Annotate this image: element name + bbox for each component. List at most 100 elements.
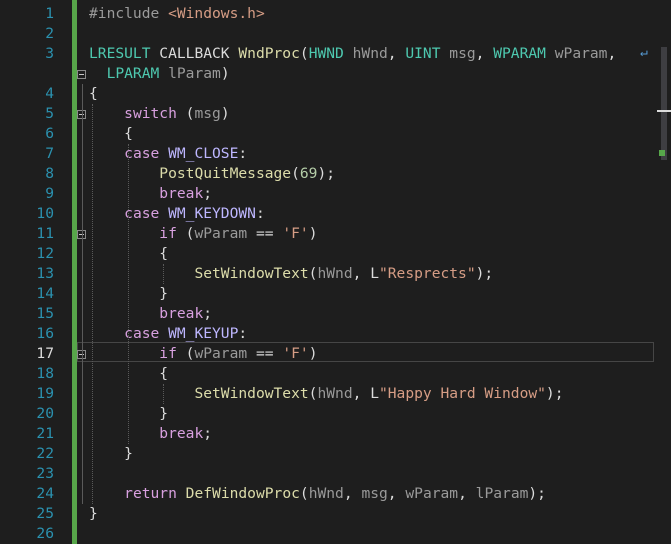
code-line[interactable]: SetWindowText(hWnd, L"Resprects"); [89, 264, 493, 284]
code-token: ); [528, 485, 546, 502]
code-line[interactable]: if (wParam == 'F') [89, 344, 317, 364]
code-token: ; [203, 425, 213, 442]
code-token: WM_KEYDOWN [168, 205, 256, 222]
code-line[interactable]: } [89, 504, 98, 524]
code-token: CALLBACK [159, 45, 239, 62]
line-number: 3 [45, 45, 54, 62]
line-number: 8 [45, 165, 54, 182]
code-token: } [89, 445, 133, 462]
line-number: 16 [36, 325, 54, 342]
code-token: msg [449, 45, 476, 62]
line-number: 11 [36, 225, 54, 242]
code-line[interactable]: break; [89, 424, 212, 444]
code-line[interactable]: case WM_CLOSE: [89, 144, 247, 164]
code-token: wParam [194, 345, 248, 362]
code-token: : [238, 145, 248, 162]
code-line[interactable]: PostQuitMessage(69); [89, 164, 335, 184]
code-token: , [387, 45, 406, 62]
code-token: } [89, 505, 98, 522]
code-token: == [247, 345, 283, 362]
code-token: : [238, 325, 248, 342]
code-token: ( [176, 345, 195, 362]
code-token: DefWindowProc [185, 485, 300, 502]
vertical-scrollbar[interactable] [657, 0, 671, 544]
code-token: lParam [475, 485, 529, 502]
code-token: 'F' [282, 225, 309, 242]
code-token: "Happy Hard Window" [378, 385, 546, 402]
code-line[interactable]: break; [89, 184, 212, 204]
code-line[interactable]: LRESULT CALLBACK WndProc(HWND hWnd, UINT… [89, 44, 616, 64]
line-number: 6 [45, 125, 54, 142]
code-token: lParam [168, 65, 221, 82]
scrollbar-caret-marker [657, 110, 671, 112]
code-token: case [124, 145, 169, 162]
code-token: LRESULT [89, 45, 160, 62]
code-token: break [159, 425, 204, 442]
word-wrap-icon: ↵ [640, 45, 648, 60]
code-token: , [343, 485, 362, 502]
code-token: , L [352, 265, 379, 282]
code-line[interactable]: SetWindowText(hWnd, L"Happy Hard Window"… [89, 384, 564, 404]
indent-guide [92, 104, 93, 504]
code-token: ; [203, 305, 213, 322]
line-number: 13 [36, 265, 54, 282]
code-token: ); [545, 385, 564, 402]
code-token: hWnd [352, 45, 388, 62]
line-number: 18 [36, 365, 54, 382]
code-token: msg [194, 105, 221, 122]
code-token: ; [203, 185, 213, 202]
code-line[interactable]: { [89, 124, 133, 144]
fold-region-line [82, 364, 83, 424]
line-number: 17 [36, 345, 54, 362]
indent-guide [128, 144, 129, 444]
collapse-icon[interactable] [77, 70, 86, 79]
code-token: SetWindowText [194, 385, 309, 402]
code-line[interactable]: switch (msg) [89, 104, 229, 124]
code-editor[interactable]: 1 2 3 4 5 6 7 8 9 10 11 12 13 14 15 16 17 18 19 20 21 22 23 24 2… [0, 0, 671, 544]
code-token: WndProc [238, 45, 300, 62]
code-line[interactable]: return DefWindowProc(hWnd, msg, wParam, … [89, 484, 546, 504]
code-token: : [255, 205, 265, 222]
line-number: 7 [45, 145, 54, 162]
scrollbar-thumb[interactable] [661, 47, 667, 160]
line-number: 25 [36, 505, 54, 522]
code-line[interactable]: #include <Windows.h> [89, 4, 265, 24]
code-token: hWnd [317, 385, 353, 402]
change-tracking-bar [72, 0, 77, 544]
line-number: 19 [36, 385, 54, 402]
code-token: == [247, 225, 283, 242]
code-token: WM_KEYUP [168, 325, 239, 342]
code-line[interactable]: LPARAM lParam) [89, 64, 230, 84]
line-number: 2 [45, 25, 54, 42]
code-token: ); [317, 165, 336, 182]
line-number: 9 [45, 185, 54, 202]
code-token: 'F' [282, 345, 309, 362]
code-token: <Windows.h> [168, 5, 265, 22]
code-line[interactable]: if (wParam == 'F') [89, 224, 317, 244]
code-token: { [89, 85, 98, 102]
code-token: ( [299, 485, 309, 502]
code-token: return [124, 485, 186, 502]
code-token: break [159, 185, 204, 202]
scrollbar-change-marker [659, 150, 665, 156]
code-line[interactable]: break; [89, 304, 212, 324]
code-line[interactable]: case WM_KEYUP: [89, 324, 247, 344]
code-line[interactable]: case WM_KEYDOWN: [89, 204, 265, 224]
code-token: case [124, 205, 169, 222]
code-line[interactable]: } [89, 444, 133, 464]
code-token: UINT [405, 45, 450, 62]
line-number: 24 [36, 485, 54, 502]
code-token: , [458, 485, 476, 502]
code-token: SetWindowText [194, 265, 309, 282]
code-line[interactable]: { [89, 84, 98, 104]
code-token: ) [220, 65, 230, 82]
code-token: hWnd [308, 485, 344, 502]
